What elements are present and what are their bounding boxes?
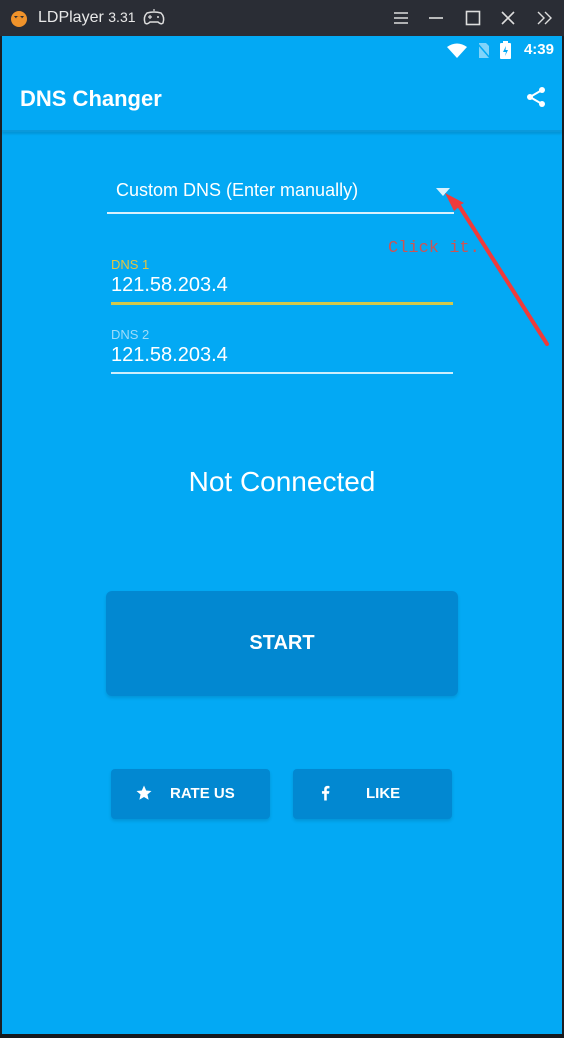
connection-status: Not Connected xyxy=(188,466,376,497)
dns-provider-selected: Custom DNS (Enter manually) xyxy=(116,180,359,200)
start-button-label: START xyxy=(249,632,315,654)
no-sim-icon xyxy=(476,42,490,59)
app-version: 3.31 xyxy=(108,9,136,25)
emulator-titlebar: LDPlayer 3.31 xyxy=(0,0,564,36)
app-name: LDPlayer 3.31 xyxy=(38,9,136,27)
minimize-icon xyxy=(429,17,443,19)
app-bar: DNS Changer xyxy=(2,64,562,132)
android-screen: 4:39 DNS Changer Custom DNS (Enter manua… xyxy=(2,36,562,1034)
dns2-input[interactable]: 121.58.203.4 xyxy=(111,344,453,372)
dns1-label: DNS 1 xyxy=(111,257,150,272)
dns1-field[interactable]: DNS 1 121.58.203.4 xyxy=(111,257,453,305)
battery-charging-icon xyxy=(500,41,511,59)
status-time: 4:39 xyxy=(523,41,554,58)
status-bar: 4:39 xyxy=(2,36,562,64)
dns1-input[interactable]: 121.58.203.4 xyxy=(111,274,453,302)
menu-button[interactable] xyxy=(389,6,413,30)
expand-sidebar-icon xyxy=(537,11,552,25)
close-button[interactable] xyxy=(496,6,520,30)
annotation-text: Click it. xyxy=(388,239,480,258)
start-button[interactable]: START xyxy=(106,591,458,696)
rate-us-label: RATE US xyxy=(170,785,235,802)
dns2-label: DNS 2 xyxy=(111,327,150,342)
menu-icon xyxy=(394,12,408,24)
star-icon xyxy=(136,785,152,800)
maximize-icon xyxy=(465,10,481,26)
dns-provider-dropdown[interactable]: Custom DNS (Enter manually) xyxy=(107,174,454,214)
expand-sidebar-button[interactable] xyxy=(533,6,557,30)
maximize-button[interactable] xyxy=(461,6,485,30)
gamepad-icon[interactable] xyxy=(142,9,166,27)
app-name-text: LDPlayer xyxy=(38,9,104,26)
bottom-border xyxy=(0,1034,564,1038)
minimize-button[interactable] xyxy=(424,6,448,30)
share-icon[interactable] xyxy=(524,85,548,109)
dns1-underline xyxy=(111,302,453,305)
like-button[interactable]: LIKE xyxy=(293,769,452,819)
dns2-field[interactable]: DNS 2 121.58.203.4 xyxy=(111,327,453,374)
facebook-icon xyxy=(321,785,330,801)
dropdown-arrow-icon[interactable] xyxy=(436,188,450,196)
app-title: DNS Changer xyxy=(20,86,162,111)
dns2-underline xyxy=(111,372,453,374)
ldplayer-logo-icon xyxy=(11,11,27,27)
rate-us-button[interactable]: RATE US xyxy=(111,769,270,819)
close-icon xyxy=(501,11,515,25)
wifi-icon xyxy=(447,43,467,58)
like-label: LIKE xyxy=(366,785,401,802)
